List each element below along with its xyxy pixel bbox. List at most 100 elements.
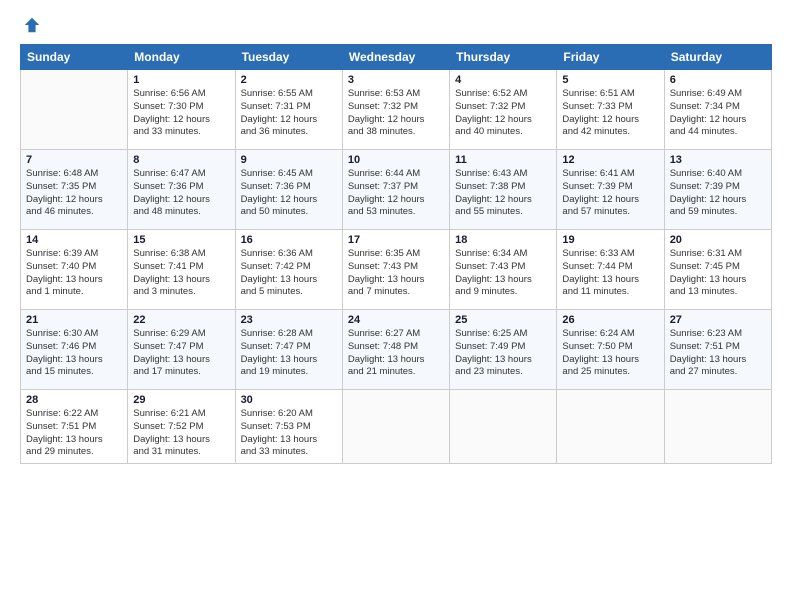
- day-number: 13: [670, 154, 766, 166]
- calendar-cell: 3 Sunrise: 6:53 AMSunset: 7:32 PMDaylight…: [342, 70, 449, 150]
- day-info: Sunrise: 6:55 AMSunset: 7:31 PMDaylight:…: [241, 88, 337, 139]
- day-number: 25: [455, 314, 551, 326]
- day-info: Sunrise: 6:23 AMSunset: 7:51 PMDaylight:…: [670, 328, 766, 379]
- day-info: Sunrise: 6:27 AMSunset: 7:48 PMDaylight:…: [348, 328, 444, 379]
- weekday-header-tuesday: Tuesday: [235, 45, 342, 70]
- calendar-cell: 21 Sunrise: 6:30 AMSunset: 7:46 PMDayligh…: [21, 310, 128, 390]
- day-number: 24: [348, 314, 444, 326]
- calendar-cell: 10 Sunrise: 6:44 AMSunset: 7:37 PMDayligh…: [342, 150, 449, 230]
- weekday-header-thursday: Thursday: [450, 45, 557, 70]
- day-number: 9: [241, 154, 337, 166]
- day-number: 5: [562, 74, 658, 86]
- day-number: 3: [348, 74, 444, 86]
- calendar-cell: 18 Sunrise: 6:34 AMSunset: 7:43 PMDayligh…: [450, 230, 557, 310]
- day-number: 8: [133, 154, 229, 166]
- calendar-cell: 26 Sunrise: 6:24 AMSunset: 7:50 PMDayligh…: [557, 310, 664, 390]
- day-info: Sunrise: 6:48 AMSunset: 7:35 PMDaylight:…: [26, 168, 122, 219]
- day-number: 15: [133, 234, 229, 246]
- day-info: Sunrise: 6:45 AMSunset: 7:36 PMDaylight:…: [241, 168, 337, 219]
- weekday-header-row: SundayMondayTuesdayWednesdayThursdayFrid…: [21, 45, 772, 70]
- day-info: Sunrise: 6:34 AMSunset: 7:43 PMDaylight:…: [455, 248, 551, 299]
- calendar-cell: 27 Sunrise: 6:23 AMSunset: 7:51 PMDayligh…: [664, 310, 771, 390]
- day-number: 10: [348, 154, 444, 166]
- day-info: Sunrise: 6:25 AMSunset: 7:49 PMDaylight:…: [455, 328, 551, 379]
- day-number: 17: [348, 234, 444, 246]
- calendar-cell: 24 Sunrise: 6:27 AMSunset: 7:48 PMDayligh…: [342, 310, 449, 390]
- calendar-cell: 17 Sunrise: 6:35 AMSunset: 7:43 PMDayligh…: [342, 230, 449, 310]
- weekday-header-friday: Friday: [557, 45, 664, 70]
- calendar-cell: 23 Sunrise: 6:28 AMSunset: 7:47 PMDayligh…: [235, 310, 342, 390]
- day-number: 22: [133, 314, 229, 326]
- day-info: Sunrise: 6:28 AMSunset: 7:47 PMDaylight:…: [241, 328, 337, 379]
- day-number: 14: [26, 234, 122, 246]
- day-number: 19: [562, 234, 658, 246]
- calendar-cell: 16 Sunrise: 6:36 AMSunset: 7:42 PMDayligh…: [235, 230, 342, 310]
- day-number: 1: [133, 74, 229, 86]
- day-info: Sunrise: 6:36 AMSunset: 7:42 PMDaylight:…: [241, 248, 337, 299]
- day-info: Sunrise: 6:51 AMSunset: 7:33 PMDaylight:…: [562, 88, 658, 139]
- calendar-cell: 19 Sunrise: 6:33 AMSunset: 7:44 PMDayligh…: [557, 230, 664, 310]
- calendar-cell: 20Sunrise: 6:31 AMSunset: 7:45 PMDayligh…: [664, 230, 771, 310]
- day-number: 27: [670, 314, 766, 326]
- day-info: Sunrise: 6:40 AMSunset: 7:39 PMDaylight:…: [670, 168, 766, 219]
- day-info: Sunrise: 6:29 AMSunset: 7:47 PMDaylight:…: [133, 328, 229, 379]
- weekday-header-saturday: Saturday: [664, 45, 771, 70]
- day-info: Sunrise: 6:53 AMSunset: 7:32 PMDaylight:…: [348, 88, 444, 139]
- calendar-cell: 30 Sunrise: 6:20 AMSunset: 7:53 PMDayligh…: [235, 390, 342, 464]
- calendar-cell: 13 Sunrise: 6:40 AMSunset: 7:39 PMDayligh…: [664, 150, 771, 230]
- day-info: Sunrise: 6:21 AMSunset: 7:52 PMDaylight:…: [133, 408, 229, 459]
- calendar-cell: 12Sunrise: 6:41 AMSunset: 7:39 PMDayligh…: [557, 150, 664, 230]
- logo: [20, 16, 41, 34]
- weekday-header-sunday: Sunday: [21, 45, 128, 70]
- calendar-cell: 22 Sunrise: 6:29 AMSunset: 7:47 PMDayligh…: [128, 310, 235, 390]
- calendar-cell: [557, 390, 664, 464]
- calendar-cell: 6 Sunrise: 6:49 AMSunset: 7:34 PMDaylight…: [664, 70, 771, 150]
- day-info: Sunrise: 6:49 AMSunset: 7:34 PMDaylight:…: [670, 88, 766, 139]
- day-number: 28: [26, 394, 122, 406]
- day-info: Sunrise: 6:20 AMSunset: 7:53 PMDaylight:…: [241, 408, 337, 459]
- calendar-cell: [342, 390, 449, 464]
- calendar-cell: 8Sunrise: 6:47 AMSunset: 7:36 PMDaylight…: [128, 150, 235, 230]
- calendar-cell: [450, 390, 557, 464]
- logo-icon: [23, 16, 41, 34]
- calendar-cell: 25 Sunrise: 6:25 AMSunset: 7:49 PMDayligh…: [450, 310, 557, 390]
- day-info: Sunrise: 6:22 AMSunset: 7:51 PMDaylight:…: [26, 408, 122, 459]
- day-info: Sunrise: 6:33 AMSunset: 7:44 PMDaylight:…: [562, 248, 658, 299]
- day-number: 7: [26, 154, 122, 166]
- day-info: Sunrise: 6:39 AMSunset: 7:40 PMDaylight:…: [26, 248, 122, 299]
- day-number: 11: [455, 154, 551, 166]
- day-info: Sunrise: 6:31 AMSunset: 7:45 PMDaylight:…: [670, 248, 766, 299]
- calendar-cell: 4Sunrise: 6:52 AMSunset: 7:32 PMDaylight…: [450, 70, 557, 150]
- day-number: 29: [133, 394, 229, 406]
- day-info: Sunrise: 6:38 AMSunset: 7:41 PMDaylight:…: [133, 248, 229, 299]
- weekday-header-monday: Monday: [128, 45, 235, 70]
- calendar-cell: 11 Sunrise: 6:43 AMSunset: 7:38 PMDayligh…: [450, 150, 557, 230]
- day-info: Sunrise: 6:43 AMSunset: 7:38 PMDaylight:…: [455, 168, 551, 219]
- day-info: Sunrise: 6:56 AMSunset: 7:30 PMDaylight:…: [133, 88, 229, 139]
- calendar-cell: [21, 70, 128, 150]
- calendar-cell: 28 Sunrise: 6:22 AMSunset: 7:51 PMDayligh…: [21, 390, 128, 464]
- day-number: 16: [241, 234, 337, 246]
- calendar-cell: 14 Sunrise: 6:39 AMSunset: 7:40 PMDayligh…: [21, 230, 128, 310]
- day-info: Sunrise: 6:44 AMSunset: 7:37 PMDaylight:…: [348, 168, 444, 219]
- day-number: 21: [26, 314, 122, 326]
- calendar-cell: 5 Sunrise: 6:51 AMSunset: 7:33 PMDaylight…: [557, 70, 664, 150]
- calendar-cell: 29 Sunrise: 6:21 AMSunset: 7:52 PMDayligh…: [128, 390, 235, 464]
- day-number: 23: [241, 314, 337, 326]
- page-container: SundayMondayTuesdayWednesdayThursdayFrid…: [0, 0, 792, 474]
- day-number: 4: [455, 74, 551, 86]
- day-number: 26: [562, 314, 658, 326]
- day-info: Sunrise: 6:30 AMSunset: 7:46 PMDaylight:…: [26, 328, 122, 379]
- day-number: 30: [241, 394, 337, 406]
- calendar-cell: [664, 390, 771, 464]
- weekday-header-wednesday: Wednesday: [342, 45, 449, 70]
- day-number: 2: [241, 74, 337, 86]
- calendar-cell: 9 Sunrise: 6:45 AMSunset: 7:36 PMDaylight…: [235, 150, 342, 230]
- day-info: Sunrise: 6:35 AMSunset: 7:43 PMDaylight:…: [348, 248, 444, 299]
- day-info: Sunrise: 6:41 AMSunset: 7:39 PMDaylight:…: [562, 168, 658, 219]
- calendar-table: SundayMondayTuesdayWednesdayThursdayFrid…: [20, 44, 772, 464]
- day-number: 6: [670, 74, 766, 86]
- calendar-cell: 1 Sunrise: 6:56 AMSunset: 7:30 PMDaylight…: [128, 70, 235, 150]
- day-info: Sunrise: 6:24 AMSunset: 7:50 PMDaylight:…: [562, 328, 658, 379]
- day-number: 18: [455, 234, 551, 246]
